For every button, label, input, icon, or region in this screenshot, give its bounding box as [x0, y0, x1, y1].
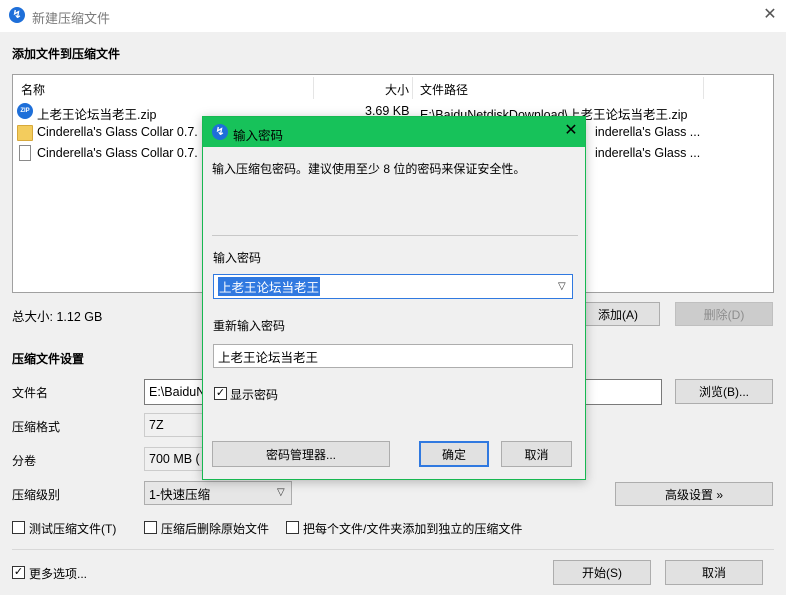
- format-select[interactable]: 7Z: [144, 413, 204, 437]
- filename-label: 文件名: [12, 386, 49, 400]
- chevron-down-icon: ▽: [277, 487, 285, 498]
- window-titlebar: ↯ 新建压缩文件 ✕: [0, 0, 786, 32]
- column-divider: [703, 77, 704, 99]
- file-name: Cinderella's Glass Collar 0.7.: [37, 125, 198, 139]
- format-label: 压缩格式: [12, 420, 61, 434]
- password-dialog: ↯ 输入密码 ✕ 输入压缩包密码。建议使用至少 8 位的密码来保证安全性。 输入…: [202, 116, 586, 480]
- chevron-down-icon[interactable]: ▽: [558, 281, 566, 292]
- column-header-size[interactable]: 大小: [385, 81, 409, 98]
- volume-select[interactable]: 700 MB (: [144, 447, 204, 471]
- dialog-titlebar: ↯ 输入密码 ✕: [203, 117, 585, 147]
- delete-after-checkbox[interactable]: [144, 521, 157, 534]
- delete-after-label: 压缩后删除原始文件: [161, 522, 270, 536]
- password-manager-button[interactable]: 密码管理器...: [212, 441, 390, 467]
- column-header-path[interactable]: 文件路径: [420, 81, 468, 98]
- start-button[interactable]: 开始(S): [553, 560, 651, 585]
- file-name: 上老王论坛当老王.zip: [37, 108, 157, 122]
- level-value: 1-快速压缩: [149, 487, 211, 502]
- repeat-password-label: 重新输入密码: [213, 319, 286, 333]
- close-icon[interactable]: ✕: [760, 5, 780, 25]
- show-password-checkbox[interactable]: ✓: [214, 387, 227, 400]
- file-name: Cinderella's Glass Collar 0.7.: [37, 146, 198, 160]
- file-path: inderella's Glass ...: [595, 125, 701, 139]
- dialog-title: 输入密码: [233, 129, 284, 143]
- more-options-checkbox[interactable]: ✓: [12, 566, 25, 579]
- file-icon: [19, 145, 31, 161]
- separate-archives-checkbox[interactable]: [286, 521, 299, 534]
- test-archive-label: 测试压缩文件(T): [29, 522, 117, 536]
- test-archive-checkbox[interactable]: [12, 521, 25, 534]
- app-logo-icon: ↯: [9, 7, 25, 23]
- browse-button[interactable]: 浏览(B)...: [675, 379, 773, 404]
- column-header-name[interactable]: 名称: [21, 81, 45, 98]
- add-button[interactable]: 添加(A): [576, 302, 660, 326]
- ok-button[interactable]: 确定: [419, 441, 489, 467]
- total-size: 总大小: 1.12 GB: [12, 310, 103, 324]
- password-input[interactable]: 上老王论坛当老王 ▽: [213, 274, 573, 299]
- divider: [12, 549, 774, 550]
- dialog-hint: 输入压缩包密码。建议使用至少 8 位的密码来保证安全性。: [212, 162, 526, 176]
- column-divider: [412, 77, 413, 99]
- dialog-cancel-button[interactable]: 取消: [501, 441, 572, 467]
- divider: [212, 235, 578, 236]
- delete-button[interactable]: 删除(D): [675, 302, 773, 326]
- cancel-button[interactable]: 取消: [665, 560, 763, 585]
- advanced-settings-button[interactable]: 高级设置 »: [615, 482, 773, 506]
- zip-file-icon: ZIP: [17, 103, 33, 119]
- app-logo-icon: ↯: [212, 124, 228, 140]
- add-section-title: 添加文件到压缩文件: [12, 47, 121, 61]
- volume-label: 分卷: [12, 454, 37, 468]
- repeat-password-input[interactable]: 上老王论坛当老王: [213, 344, 573, 368]
- more-options-label: 更多选项...: [29, 567, 88, 581]
- password-label: 输入密码: [213, 251, 262, 265]
- close-icon[interactable]: ✕: [561, 121, 581, 141]
- level-label: 压缩级别: [12, 488, 61, 502]
- show-password-label: 显示密码: [230, 388, 279, 402]
- column-divider: [313, 77, 314, 99]
- level-select[interactable]: 1-快速压缩 ▽: [144, 481, 292, 505]
- settings-title: 压缩文件设置: [12, 352, 85, 366]
- password-value: 上老王论坛当老王: [218, 277, 321, 296]
- file-path: inderella's Glass ...: [595, 146, 701, 160]
- folder-icon: [17, 125, 33, 141]
- window-title: 新建压缩文件: [32, 11, 111, 26]
- separate-archives-label: 把每个文件/文件夹添加到独立的压缩文件: [303, 522, 523, 536]
